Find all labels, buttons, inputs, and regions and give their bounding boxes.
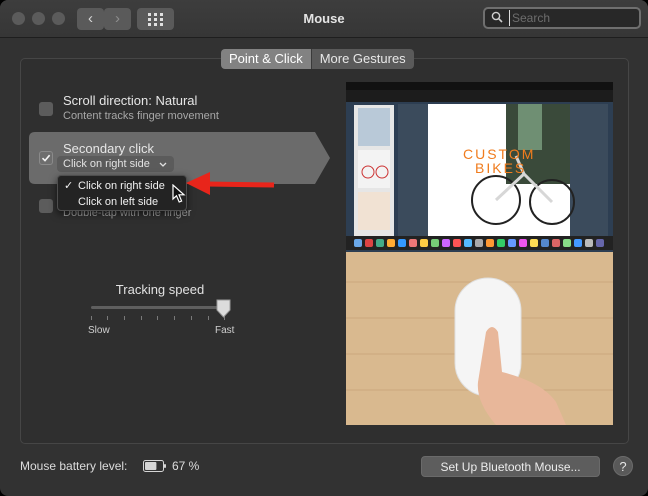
slider-tick — [174, 316, 175, 320]
checkmark-icon — [41, 154, 51, 162]
dock-icons — [354, 239, 604, 247]
help-button[interactable]: ? — [613, 456, 633, 476]
slider-tick — [191, 316, 192, 320]
tracking-speed-track[interactable] — [91, 306, 225, 309]
slider-max-label: Fast — [215, 325, 235, 336]
scroll-direction-subtitle: Content tracks finger movement — [63, 110, 219, 122]
tab-more-gestures[interactable]: More Gestures — [310, 49, 414, 69]
slider-min-label: Slow — [88, 325, 110, 336]
annotation-arrow — [186, 172, 275, 195]
preview-title-2: BIKES — [475, 160, 526, 176]
checkmark-icon: ✓ — [64, 180, 74, 192]
search-icon — [491, 11, 503, 23]
scroll-direction-title: Scroll direction: Natural — [63, 93, 198, 108]
battery-level-value: 67 % — [172, 459, 200, 473]
slider-tick — [141, 316, 142, 320]
tracking-speed-label: Tracking speed — [115, 282, 205, 297]
title-bar: ‹ › Mouse — [0, 0, 648, 38]
menu-item-label: Click on left side — [78, 196, 159, 208]
slider-tick — [107, 316, 108, 320]
tab-bar: Point & Click More Gestures — [221, 49, 414, 69]
search-input[interactable] — [509, 10, 634, 26]
slider-tick — [157, 316, 158, 320]
slider-tick — [91, 316, 92, 320]
secondary-click-selected: Click on right side — [63, 158, 150, 170]
cursor-icon — [172, 184, 186, 203]
tracking-speed-thumb[interactable] — [215, 299, 232, 318]
menu-item-label: Click on right side — [78, 180, 165, 192]
secondary-click-menu: ✓ Click on right side Click on left side — [57, 175, 187, 211]
smart-zoom-checkbox[interactable] — [39, 199, 53, 213]
slider-tick — [208, 316, 209, 320]
window: ‹ › Mouse Point & Click More Gestures Sc… — [0, 0, 648, 496]
scroll-direction-checkbox[interactable] — [39, 102, 53, 116]
chevron-down-icon — [159, 162, 167, 167]
gesture-preview-image: CUSTOM BIKES — [346, 82, 613, 425]
secondary-click-title: Secondary click — [63, 141, 155, 156]
menu-item-right-side[interactable]: ✓ Click on right side — [58, 178, 186, 194]
secondary-click-popup[interactable]: Click on right side — [57, 156, 174, 172]
battery-icon — [143, 460, 166, 472]
tab-point-and-click[interactable]: Point & Click — [221, 49, 311, 69]
menu-item-left-side[interactable]: Click on left side — [58, 194, 186, 210]
slider-tick — [124, 316, 125, 320]
secondary-click-checkbox[interactable] — [39, 151, 53, 165]
help-icon: ? — [619, 459, 627, 474]
battery-level-label: Mouse battery level: — [20, 459, 128, 473]
search-field[interactable] — [483, 7, 641, 29]
setup-bluetooth-mouse-button[interactable]: Set Up Bluetooth Mouse... — [421, 456, 600, 477]
